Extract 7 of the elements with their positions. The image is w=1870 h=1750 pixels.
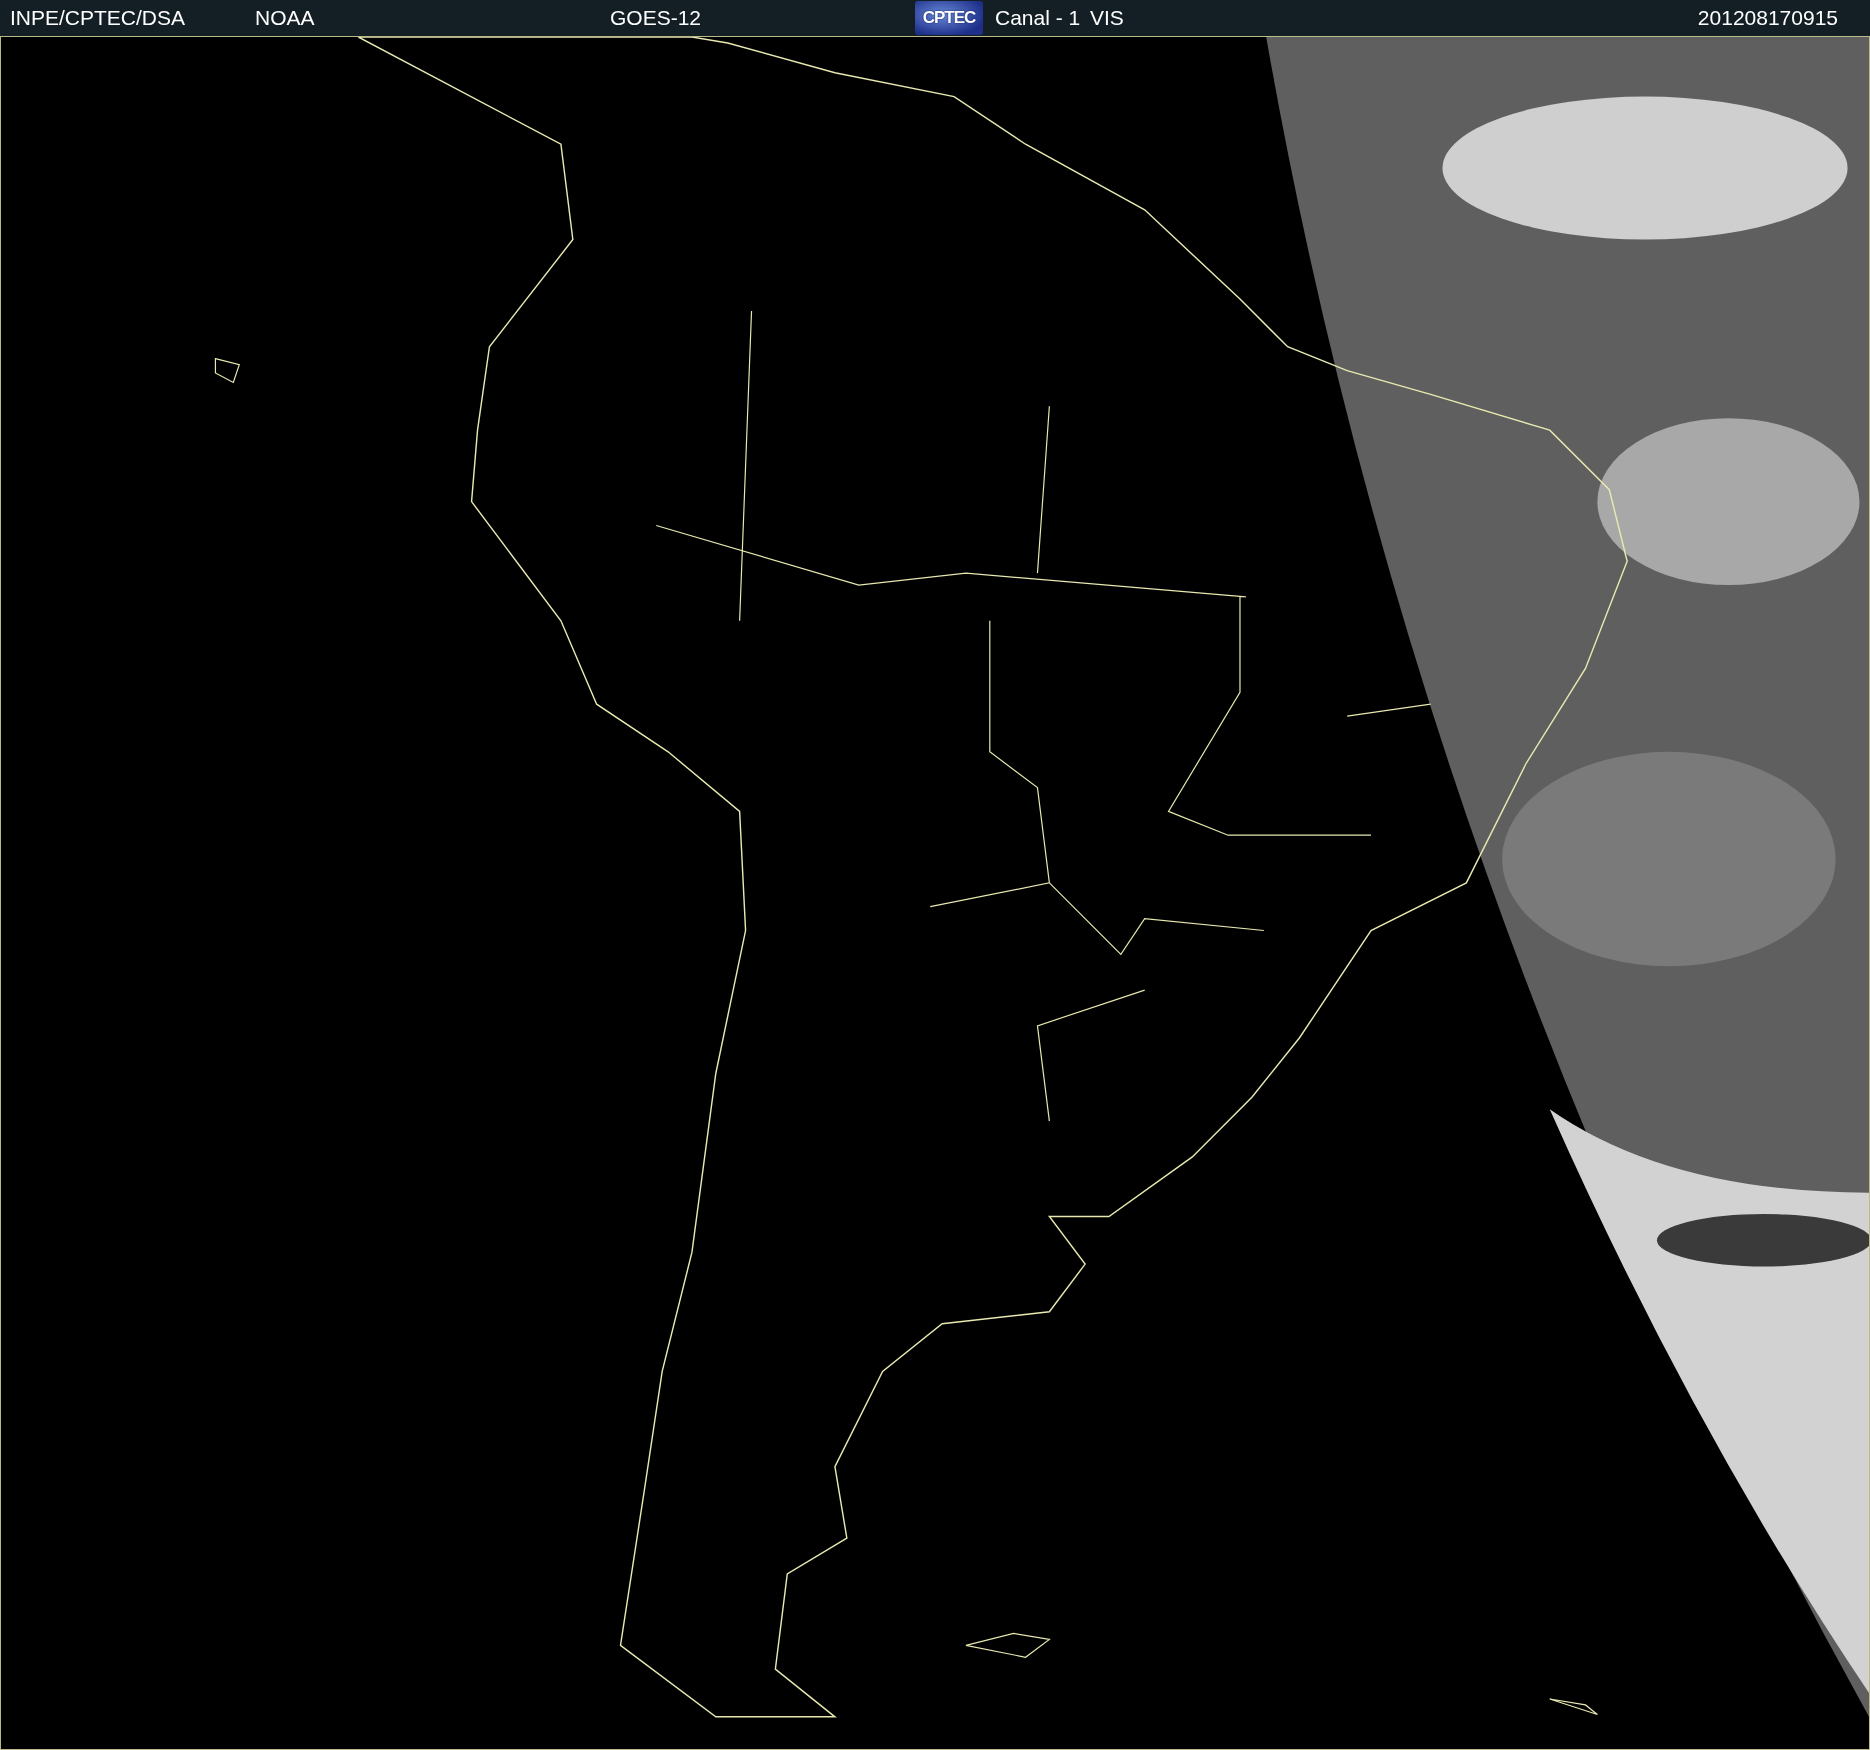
header-label: 201208170915 bbox=[1697, 6, 1838, 30]
header-label: VIS bbox=[1090, 6, 1124, 30]
header-label: INPE/CPTEC/DSA bbox=[10, 6, 186, 30]
header-label: NOAA bbox=[255, 6, 315, 30]
header-label: Canal - 1 bbox=[995, 6, 1081, 30]
logo: CPTEC bbox=[915, 1, 983, 35]
header-label: GOES-12 bbox=[610, 6, 702, 30]
